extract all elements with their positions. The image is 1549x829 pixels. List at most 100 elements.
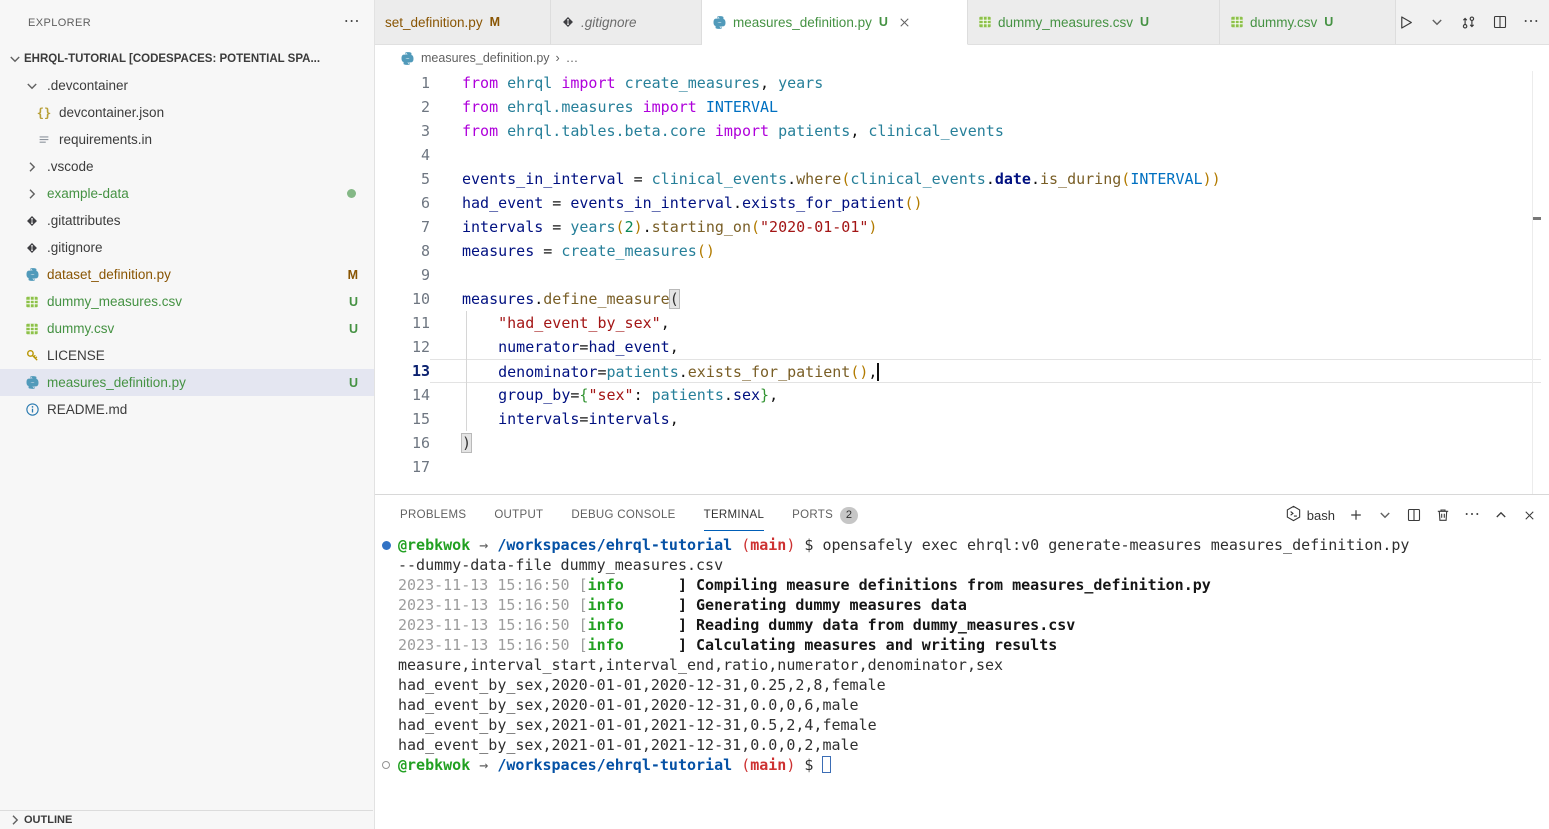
tree-item-license[interactable]: LICENSE xyxy=(0,342,374,369)
tree-root-label: EHRQL-TUTORIAL [CODESPACES: POTENTIAL SP… xyxy=(24,53,320,65)
code-line-12[interactable]: 12 numerator=had_event, xyxy=(375,335,1541,359)
tree-item-gitattributes[interactable]: .gitattributes xyxy=(0,207,374,234)
tree-item-label: .gitattributes xyxy=(47,213,121,228)
plus-icon[interactable] xyxy=(1348,507,1364,523)
command-decoration-filled xyxy=(382,541,391,550)
tree-item-dummy-csv[interactable]: dummy.csvU xyxy=(0,315,374,342)
code-line-1[interactable]: 1from ehrql import create_measures, year… xyxy=(375,71,1541,95)
tree-item-devcontainer-json[interactable]: {}devcontainer.json xyxy=(0,99,374,126)
terminal[interactable]: @rebkwok → /workspaces/ehrql-tutorial (m… xyxy=(375,535,1549,829)
code-line-16[interactable]: 16) xyxy=(375,431,1541,455)
bottom-panel: PROBLEMS OUTPUT DEBUG CONSOLE TERMINAL PORTS… xyxy=(375,494,1549,829)
trash-icon[interactable] xyxy=(1435,507,1451,523)
close-icon[interactable] xyxy=(1522,508,1537,523)
git-status-badge: M xyxy=(490,15,500,29)
tree-item-label: devcontainer.json xyxy=(59,105,164,120)
explorer-sidebar: EXPLORER ⋯ EHRQL-TUTORIAL [CODESPACES: P… xyxy=(0,0,375,829)
code-editor[interactable]: 1from ehrql import create_measures, year… xyxy=(375,71,1541,494)
tree-item-dataset-definition-py[interactable]: dataset_definition.pyM xyxy=(0,261,374,288)
code-line-8[interactable]: 8measures = create_measures() xyxy=(375,239,1541,263)
tree-item-label: dummy_measures.csv xyxy=(47,294,182,309)
panel-tab-terminal[interactable]: TERMINAL xyxy=(704,495,765,535)
breadcrumb-symbol[interactable]: … xyxy=(566,51,579,65)
tab-gitignore[interactable]: .gitignore xyxy=(551,0,702,45)
breadcrumb[interactable]: measures_definition.py › … xyxy=(375,45,1541,71)
line-number: 6 xyxy=(375,191,430,215)
code-line-4[interactable]: 4 xyxy=(375,143,1541,167)
tree-item-vscode[interactable]: .vscode xyxy=(0,153,374,180)
tree-item-gitignore[interactable]: .gitignore xyxy=(0,234,374,261)
line-number: 1 xyxy=(375,71,430,95)
tree-root-folder[interactable]: EHRQL-TUTORIAL [CODESPACES: POTENTIAL SP… xyxy=(0,46,374,72)
tab-dummy-csv[interactable]: dummy.csvU xyxy=(1220,0,1396,45)
code-line-15[interactable]: 15 intervals=intervals, xyxy=(375,407,1541,431)
tab-label: measures_definition.py xyxy=(733,15,872,30)
ellipsis-icon[interactable]: ⋯ xyxy=(1464,510,1480,520)
tree-item-dummy-measures-csv[interactable]: dummy_measures.csvU xyxy=(0,288,374,315)
panel-tab-output[interactable]: OUTPUT xyxy=(494,495,543,535)
tree-item-requirements-in[interactable]: requirements.in xyxy=(0,126,374,153)
line-number: 8 xyxy=(375,239,430,263)
panel-tab-label: TERMINAL xyxy=(704,509,765,521)
code-line-17[interactable]: 17 xyxy=(375,455,1541,479)
line-number: 17 xyxy=(375,455,430,479)
chevron-down-icon xyxy=(6,51,24,67)
code-line-5[interactable]: 5events_in_interval = clinical_events.wh… xyxy=(375,167,1541,191)
line-number: 2 xyxy=(375,95,430,119)
code-line-9[interactable]: 9 xyxy=(375,263,1541,287)
code-line-11[interactable]: 11 "had_event_by_sex", xyxy=(375,311,1541,335)
split-icon[interactable] xyxy=(1406,507,1422,523)
editor-scrollbar[interactable] xyxy=(1532,71,1533,494)
code-line-6[interactable]: 6had_event = events_in_interval.exists_f… xyxy=(375,191,1541,215)
code-text: from ehrql.measures import INTERVAL xyxy=(462,98,778,116)
code-text: numerator=had_event, xyxy=(462,338,679,356)
chevron-down-icon[interactable] xyxy=(1429,14,1445,30)
git-status-badge: U xyxy=(1324,15,1333,29)
explorer-more-actions-icon[interactable]: ⋯ xyxy=(344,17,360,29)
compare-icon[interactable] xyxy=(1460,14,1477,31)
panel-tab-label: OUTPUT xyxy=(494,509,543,521)
git-status-badge: U xyxy=(1140,15,1149,29)
chevron-down-icon xyxy=(22,78,42,94)
panel-actions: bash ⋯ xyxy=(1285,495,1537,535)
outline-label: OUTLINE xyxy=(24,814,72,826)
run-icon[interactable] xyxy=(1397,14,1414,31)
panel-tab-problems[interactable]: PROBLEMS xyxy=(400,495,466,535)
git-status-badge: U xyxy=(879,15,888,29)
terminal-row: 2023-11-13 15:16:50 [info ] Calculating … xyxy=(375,635,1549,655)
terminal-shell-selector[interactable]: bash xyxy=(1285,505,1335,525)
tree-item-devcontainer[interactable]: .devcontainer xyxy=(0,72,374,99)
chevron-down-icon[interactable] xyxy=(1377,507,1393,523)
code-line-10[interactable]: 10measures.define_measure( xyxy=(375,287,1541,311)
outline-section-header[interactable]: OUTLINE xyxy=(0,810,373,829)
tree-item-example-data[interactable]: example-data xyxy=(0,180,374,207)
code-line-2[interactable]: 2 from ehrql.measures import INTERVAL xyxy=(375,95,1541,119)
panel-tab-ports[interactable]: PORTS2 xyxy=(792,495,858,535)
close-icon[interactable] xyxy=(897,15,912,30)
code-line-3[interactable]: 3from ehrql.tables.beta.core import pati… xyxy=(375,119,1541,143)
shell-name: bash xyxy=(1307,508,1335,523)
tab-set-definition-py[interactable]: set_definition.pyM xyxy=(375,0,551,45)
tree-item-measures-definition-py[interactable]: measures_definition.pyU xyxy=(0,369,374,396)
key-icon xyxy=(22,348,42,363)
csv-icon xyxy=(978,15,992,29)
breadcrumb-file[interactable]: measures_definition.py xyxy=(421,51,550,65)
chevron-up-icon[interactable] xyxy=(1493,507,1509,523)
bash-icon xyxy=(1285,505,1302,525)
code-line-7[interactable]: 7intervals = years(2).starting_on("2020-… xyxy=(375,215,1541,239)
explorer-header: EXPLORER ⋯ xyxy=(0,0,374,46)
tab-measures-definition-py[interactable]: measures_definition.py U xyxy=(702,0,968,45)
code-text: ) xyxy=(462,434,471,452)
panel-tab-debug-console[interactable]: DEBUG CONSOLE xyxy=(571,495,675,535)
git-status-dot xyxy=(347,189,356,198)
code-line-13[interactable]: 13 denominator=patients.exists_for_patie… xyxy=(375,359,1541,383)
tree-item-readme-md[interactable]: README.md xyxy=(0,396,374,423)
terminal-row: @rebkwok → /workspaces/ehrql-tutorial (m… xyxy=(375,535,1549,555)
ellipsis-icon[interactable]: ⋯ xyxy=(1523,17,1539,27)
tab-dummy-measures-csv[interactable]: dummy_measures.csvU xyxy=(968,0,1220,45)
split-icon[interactable] xyxy=(1492,14,1508,30)
code-line-14[interactable]: 14 group_by={"sex": patients.sex}, xyxy=(375,383,1541,407)
line-number: 5 xyxy=(375,167,430,191)
editor-tab-bar: set_definition.pyM.gitignoremeasures_def… xyxy=(375,0,1549,45)
tree-item-label: dummy.csv xyxy=(47,321,114,336)
